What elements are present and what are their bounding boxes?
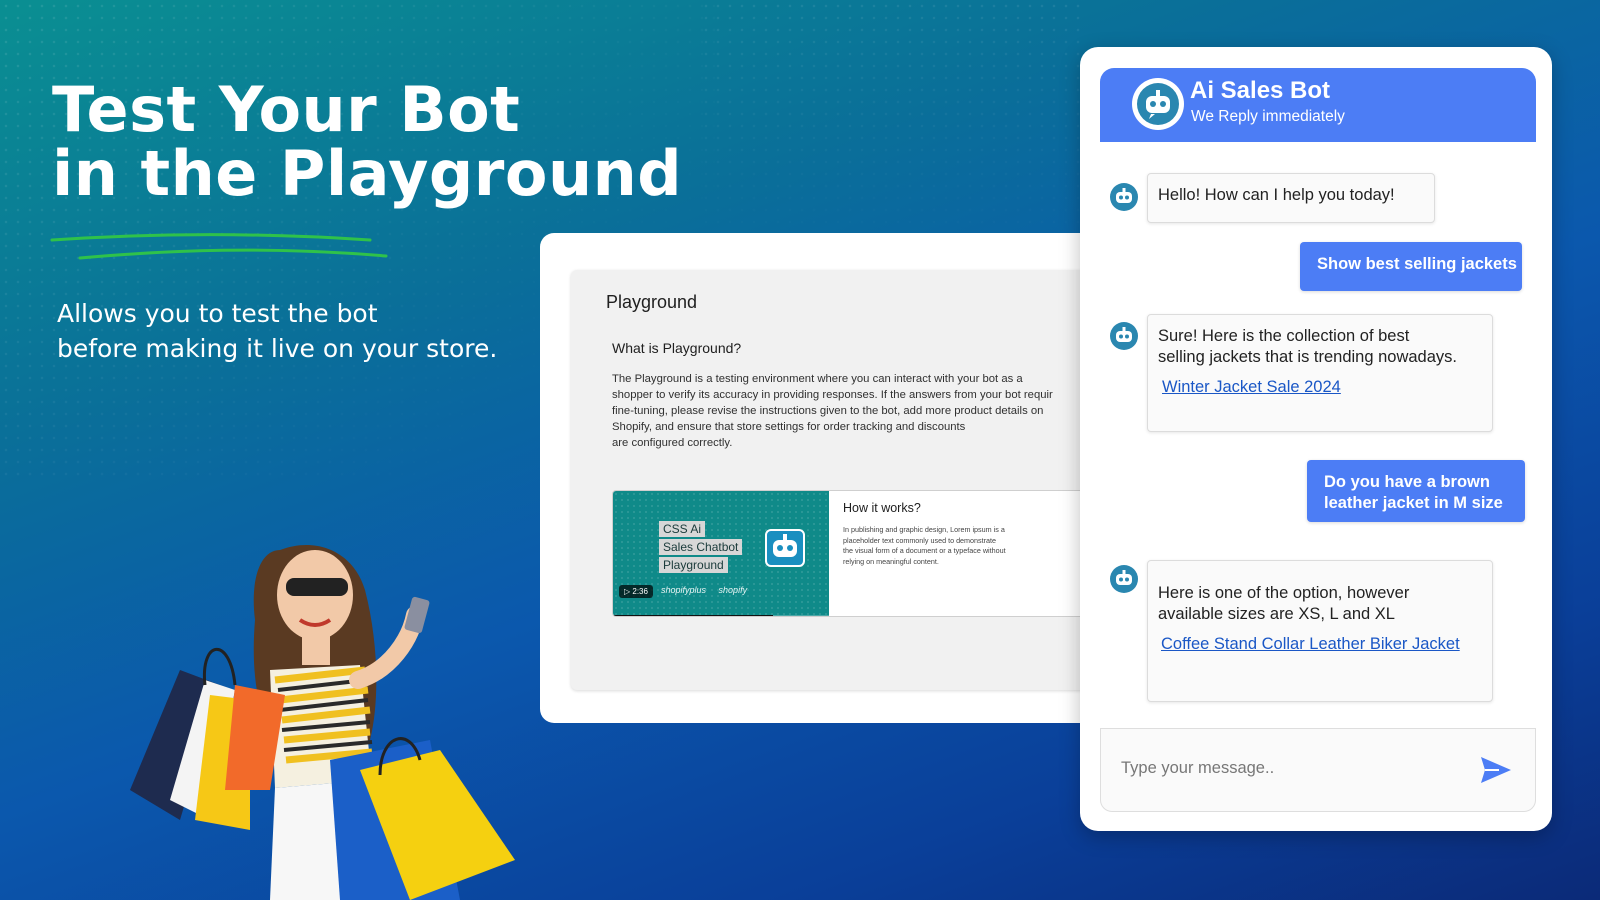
message-input[interactable]: [1121, 759, 1461, 778]
shopify-logo: shopify: [718, 585, 748, 595]
robot-icon: [1110, 322, 1138, 350]
video-thumb-line: Sales Chatbot: [659, 539, 743, 555]
robot-icon: [1132, 78, 1184, 130]
brush-underline: [50, 233, 388, 260]
product-link[interactable]: Coffee Stand Collar Leather Biker Jacket: [1161, 634, 1482, 655]
user-message: Do you have a brown leather jacket in M …: [1307, 460, 1525, 522]
bot-message: Sure! Here is the collection of best sel…: [1147, 314, 1493, 432]
shopify-plus-logo: shopifyplus: [661, 585, 707, 595]
video-progress-bar[interactable]: [613, 615, 829, 616]
video-thumb-line: Playground: [659, 557, 728, 573]
hero-subtitle-line2: before making it live on your store.: [57, 334, 498, 363]
hero-title-line2: in the Playground: [52, 137, 683, 210]
message-text: available sizes are XS, L and XL: [1158, 605, 1395, 623]
video-thumb-title: CSS Ai Sales Chatbot Playground: [659, 521, 743, 575]
bot-message: Hello! How can I help you today!: [1147, 173, 1435, 223]
robot-icon: [1110, 565, 1138, 593]
message-text: Do you have a brown: [1324, 473, 1490, 491]
page: { "hero": { "title_line1": "Test Your Bo…: [0, 0, 1600, 900]
playground-description: The Playground is a testing environment …: [612, 371, 1092, 451]
description-line: shopper to verify its accuracy in provid…: [612, 389, 1053, 401]
user-message: Show best selling jackets: [1300, 242, 1522, 291]
message-text: Sure! Here is the collection of best: [1158, 327, 1410, 345]
chat-messages: Hello! How can I help you today! Show be…: [1100, 142, 1536, 738]
message-text: Here is one of the option, however: [1158, 584, 1410, 602]
video-progress-fill: [613, 615, 773, 616]
chat-title: Ai Sales Bot: [1190, 77, 1331, 104]
description-line: are configured correctly.: [612, 437, 733, 449]
send-icon: [1481, 757, 1511, 783]
hero-title-line1: Test Your Bot: [52, 73, 521, 146]
message-text: leather jacket in M size: [1324, 494, 1503, 512]
description-line: fine-tuning, please revise the instructi…: [612, 405, 1044, 417]
message-text: selling jackets that is trending nowaday…: [1158, 348, 1457, 366]
bot-message: Here is one of the option, however avail…: [1147, 560, 1493, 702]
partner-logos: shopifyplus shopify: [661, 585, 757, 595]
shopper-illustration: [130, 544, 515, 900]
send-button[interactable]: [1479, 755, 1513, 785]
video-thumbnail[interactable]: CSS Ai Sales Chatbot Playground ▷ 2:36 s…: [613, 491, 829, 616]
chat-subtitle: We Reply immediately: [1191, 108, 1345, 125]
description-line: The Playground is a testing environment …: [612, 373, 1023, 385]
message-text: Show best selling jackets: [1317, 255, 1517, 273]
how-line: placeholder text commonly used to demons…: [843, 535, 997, 545]
hero-subtitle-line1: Allows you to test the bot: [57, 299, 378, 328]
playground-panel: [571, 270, 1091, 690]
video-card: CSS Ai Sales Chatbot Playground ▷ 2:36 s…: [612, 490, 1092, 617]
playground-title: Playground: [606, 292, 698, 312]
chat-composer: [1100, 728, 1536, 812]
how-it-works-text: In publishing and graphic design, Lorem …: [843, 525, 1006, 567]
robot-icon: [765, 529, 805, 567]
video-duration: ▷ 2:36: [619, 585, 653, 598]
hero-title: Test Your Bot in the Playground: [52, 78, 682, 206]
how-line: In publishing and graphic design, Lorem …: [843, 525, 1005, 534]
how-line: the visual form of a document or a typef…: [843, 546, 1006, 555]
playground-question: What is Playground?: [612, 340, 742, 356]
chat-widget: Ai Sales Bot We Reply immediately Hello!…: [1080, 47, 1552, 831]
description-line: Shopify, and ensure that store settings …: [612, 421, 966, 433]
video-thumb-line: CSS Ai: [659, 521, 706, 537]
how-line: relying on meaningful content.: [843, 556, 939, 566]
robot-icon: [1110, 183, 1138, 211]
product-link[interactable]: Winter Jacket Sale 2024: [1162, 377, 1482, 398]
hero-subtitle: Allows you to test the bot before making…: [57, 296, 497, 366]
how-it-works-title: How it works?: [843, 501, 921, 515]
message-text: Hello! How can I help you today!: [1158, 186, 1395, 204]
chat-header: Ai Sales Bot We Reply immediately: [1100, 68, 1536, 142]
